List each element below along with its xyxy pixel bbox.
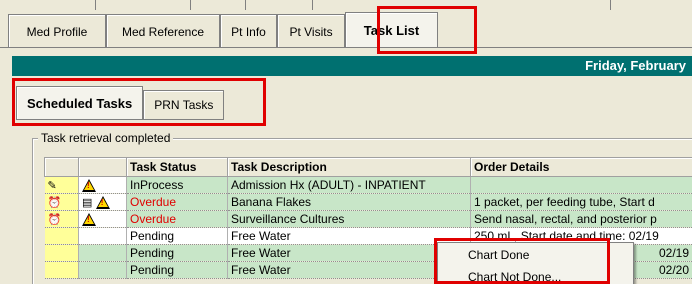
divider [312, 0, 313, 10]
icon-cell: ! [78, 210, 127, 228]
task-description: Banana Flakes [227, 193, 471, 211]
task-status: Pending [126, 261, 228, 279]
order-details: 1 packet, per feeding tube, Start d [470, 193, 692, 211]
top-strip [0, 0, 692, 10]
pencil-icon: ✎ [47, 179, 57, 192]
divider [610, 0, 611, 10]
task-status: Pending [126, 227, 228, 245]
task-description: Free Water [227, 261, 471, 279]
icon-cell: ! [78, 176, 127, 194]
task-description: Admission Hx (ADULT) - INPATIENT [227, 176, 471, 194]
icon-cell [44, 261, 79, 279]
divider [245, 0, 246, 10]
tabbar-underline [0, 47, 692, 48]
task-description: Free Water [227, 227, 471, 245]
icon-cell [78, 244, 127, 262]
context-menu: Chart Done Chart Not Done... [437, 242, 634, 284]
icon-cell: ▤ ! [78, 193, 127, 211]
divider [190, 0, 191, 10]
task-status: InProcess [126, 176, 228, 194]
subtabs: Scheduled Tasks PRN Tasks [16, 86, 225, 122]
icon-cell [78, 227, 127, 245]
table-header-row: Task Status Task Description Order Detai… [44, 157, 692, 177]
icon-cell: ⏰ [44, 210, 79, 228]
note-icon: ▤ [82, 196, 93, 209]
icon-cell [78, 261, 127, 279]
task-status-message: Task retrieval completed [38, 131, 174, 145]
clock-icon: ⏰ [47, 213, 62, 226]
tab-pt-visits[interactable]: Pt Visits [277, 14, 345, 48]
divider [95, 0, 96, 10]
col-header-task-description[interactable]: Task Description [227, 157, 471, 177]
icon-cell: ⏰ [44, 193, 79, 211]
warning-icon: ! [82, 213, 96, 227]
date-header: Friday, February [12, 56, 692, 76]
table-row[interactable]: ⏰ ! Overdue Surveillance Cultures Send n… [44, 210, 692, 228]
col-header-task-status[interactable]: Task Status [126, 157, 228, 177]
icon-cell [44, 227, 79, 245]
icon-cell [44, 244, 79, 262]
menu-item-chart-done[interactable]: Chart Done [438, 245, 633, 265]
task-description: Surveillance Cultures [227, 210, 471, 228]
table-row[interactable]: ✎ ! InProcess Admission Hx (ADULT) - INP… [44, 176, 692, 194]
col-header-icon1[interactable] [44, 157, 79, 177]
main-tabbar: Med Profile Med Reference Pt Info Pt Vis… [8, 12, 438, 48]
order-details: Send nasal, rectal, and posterior p [470, 210, 692, 228]
tab-med-reference[interactable]: Med Reference [106, 14, 220, 48]
task-status: Pending [126, 244, 228, 262]
menu-item-chart-not-done[interactable]: Chart Not Done... [438, 267, 633, 284]
tab-task-list[interactable]: Task List [345, 12, 438, 48]
task-status: Overdue [126, 210, 228, 228]
col-header-icon2[interactable] [78, 157, 127, 177]
task-status: Overdue [126, 193, 228, 211]
task-description: Free Water [227, 244, 471, 262]
icon-cell: ✎ [44, 176, 79, 194]
tab-prn-tasks[interactable]: PRN Tasks [143, 90, 225, 120]
clock-icon: ⏰ [47, 196, 62, 209]
col-header-order-details[interactable]: Order Details [470, 157, 692, 177]
warning-icon: ! [82, 179, 96, 193]
order-details [470, 176, 692, 194]
table-row[interactable]: ⏰ ▤ ! Overdue Banana Flakes 1 packet, pe… [44, 193, 692, 211]
warning-icon: ! [95, 196, 110, 210]
tab-med-profile[interactable]: Med Profile [8, 14, 106, 48]
tab-pt-info[interactable]: Pt Info [220, 14, 277, 48]
tab-scheduled-tasks[interactable]: Scheduled Tasks [16, 86, 144, 120]
